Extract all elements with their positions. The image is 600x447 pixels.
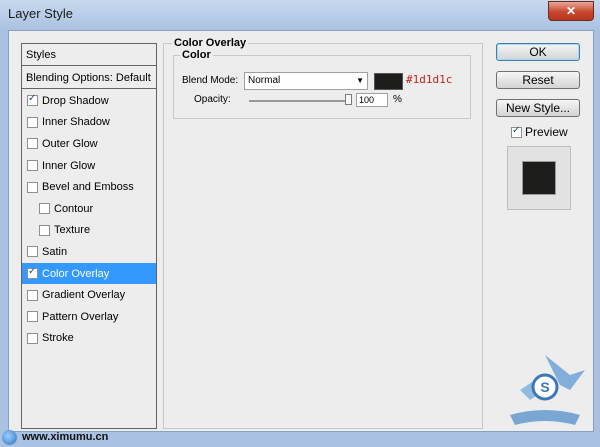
opacity-slider-track[interactable]	[249, 100, 349, 102]
effect-item-pattern-overlay[interactable]: Pattern Overlay	[22, 306, 156, 328]
effect-label: Satin	[42, 245, 68, 258]
effect-checkbox[interactable]	[39, 203, 50, 215]
hex-annotation: #1d1d1c	[406, 73, 453, 86]
chevron-down-icon: ▼	[356, 76, 364, 85]
effect-label: Texture	[54, 224, 91, 237]
new-style-button[interactable]: New Style...	[496, 99, 580, 117]
effect-label: Bevel and Emboss	[42, 181, 134, 194]
effect-item-satin[interactable]: Satin	[22, 241, 156, 263]
effect-checkbox[interactable]	[27, 266, 38, 280]
effect-item-inner-shadow[interactable]: Inner Shadow	[22, 112, 156, 134]
opacity-label: Opacity:	[194, 94, 231, 105]
effect-checkbox[interactable]	[27, 138, 38, 150]
effect-label: Inner Shadow	[42, 116, 110, 129]
effect-label: Gradient Overlay	[42, 289, 126, 302]
color-overlay-panel: Color Overlay Color Blend Mode: Normal ▼…	[163, 37, 483, 429]
effect-item-stroke[interactable]: Stroke	[22, 328, 156, 350]
close-icon: ✕	[565, 4, 577, 18]
effect-checkbox[interactable]	[27, 311, 38, 323]
effect-checkbox[interactable]	[27, 246, 38, 258]
effect-item-inner-glow[interactable]: Inner Glow	[22, 155, 156, 177]
blend-mode-select[interactable]: Normal ▼	[244, 72, 368, 90]
effect-label: Stroke	[42, 332, 74, 345]
effect-label: Inner Glow	[42, 159, 96, 172]
globe-icon	[2, 430, 17, 445]
effect-item-bevel-and-emboss[interactable]: Bevel and Emboss	[22, 176, 156, 198]
site-watermark-logo: S	[510, 355, 585, 425]
effect-label: Pattern Overlay	[42, 310, 119, 323]
footer-url: www.ximumu.cn	[22, 431, 109, 443]
effect-item-drop-shadow[interactable]: Drop Shadow	[22, 90, 156, 112]
effect-checkbox[interactable]	[27, 289, 38, 301]
opacity-unit: %	[393, 94, 402, 105]
effect-label: Contour	[54, 202, 94, 215]
effect-label: Color Overlay	[42, 267, 110, 280]
color-group: Color Blend Mode: Normal ▼ #1d1d1c Opaci…	[173, 49, 471, 119]
reset-button[interactable]: Reset	[496, 71, 580, 89]
preview-thumbnail	[522, 161, 556, 195]
ok-button[interactable]: OK	[496, 43, 580, 61]
effect-item-texture[interactable]: Texture	[22, 220, 156, 242]
effect-checkbox[interactable]	[27, 332, 38, 344]
preview-checkbox[interactable]: Preview	[511, 125, 568, 139]
effect-item-color-overlay[interactable]: Color Overlay	[22, 262, 156, 285]
effect-checkbox[interactable]	[27, 93, 38, 107]
color-swatch[interactable]	[374, 73, 403, 90]
effect-label: Outer Glow	[42, 137, 98, 150]
color-group-title: Color	[180, 49, 213, 61]
effect-checkbox[interactable]	[39, 224, 50, 236]
opacity-slider-thumb[interactable]	[345, 94, 352, 105]
effect-item-gradient-overlay[interactable]: Gradient Overlay	[22, 284, 156, 306]
panel-title: Color Overlay	[172, 37, 249, 49]
blend-mode-value: Normal	[248, 75, 281, 86]
svg-text:S: S	[540, 379, 549, 395]
effects-list: Drop Shadow Inner Shadow Outer Glow Inner G…	[22, 90, 156, 349]
styles-panel: Styles Blending Options: Default Drop Sh…	[21, 43, 157, 429]
window-title: Layer Style	[8, 6, 74, 21]
blend-mode-label: Blend Mode:	[182, 75, 239, 86]
styles-header[interactable]: Styles	[22, 44, 156, 66]
effect-item-contour[interactable]: Contour	[22, 198, 156, 220]
close-button[interactable]: ✕	[548, 1, 594, 21]
style-preview	[507, 146, 571, 210]
title-bar[interactable]: Layer Style ✕	[0, 0, 600, 28]
effect-checkbox[interactable]	[27, 181, 38, 193]
opacity-input[interactable]: 100	[356, 93, 388, 107]
checkbox-icon	[511, 125, 522, 138]
preview-label: Preview	[525, 125, 568, 139]
window-frame: Layer Style ✕ Styles Blending Options: D…	[0, 0, 600, 447]
effect-checkbox[interactable]	[27, 160, 38, 172]
effect-label: Drop Shadow	[42, 94, 109, 107]
effect-item-outer-glow[interactable]: Outer Glow	[22, 133, 156, 155]
effect-checkbox[interactable]	[27, 116, 38, 128]
blending-options-item[interactable]: Blending Options: Default	[22, 67, 156, 89]
